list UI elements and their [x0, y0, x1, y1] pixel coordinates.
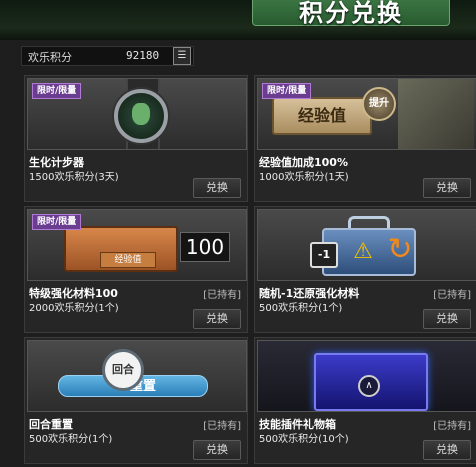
minus-one-icon: -1	[310, 242, 338, 268]
page-title: 积分兑换	[252, 0, 450, 27]
item-card-skill-gift-box[interactable]: ∧ 技能插件礼物箱 [已持有] 500欢乐积分(10个) 兑换	[254, 337, 476, 464]
owned-status: [已持有]	[203, 290, 241, 301]
item-card-enhance-material[interactable]: 经验值 100 限时/限量 特级强化材料100 [已持有] 2000欢乐积分(1…	[24, 206, 248, 333]
zombie-icon	[132, 103, 150, 125]
redeem-button[interactable]: 兑换	[193, 309, 241, 329]
item-art: 经验值 提升 限时/限量	[257, 78, 476, 150]
item-art: ∧	[257, 340, 476, 412]
item-card-pedometer[interactable]: 限时/限量 生化计步器 1500欢乐积分(3天) 兑换	[24, 75, 248, 202]
item-price: 1000欢乐积分(1天)	[259, 172, 349, 183]
redeem-button[interactable]: 兑换	[193, 440, 241, 460]
limited-badge: 限时/限量	[32, 214, 82, 230]
item-price: 500欢乐积分(1个)	[29, 434, 113, 445]
undo-icon: ↻	[387, 232, 413, 267]
exp-scroll: 经验值	[272, 97, 372, 135]
skill-emblem-icon: ∧	[358, 375, 380, 397]
soldier-image	[398, 79, 474, 149]
round-icon: 回合	[102, 349, 144, 391]
item-price: 500欢乐积分(1个)	[259, 303, 343, 314]
item-price: 1500欢乐积分(3天)	[29, 172, 119, 183]
redeem-button[interactable]: 兑换	[423, 440, 471, 460]
chest-count: 100	[180, 232, 230, 262]
item-art: 重置 回合	[27, 340, 247, 412]
limited-badge: 限时/限量	[262, 83, 312, 99]
item-card-exp-boost[interactable]: 经验值 提升 限时/限量 经验值加成100% 1000欢乐积分(1天) 兑换	[254, 75, 476, 202]
menu-icon[interactable]: ☰	[173, 47, 191, 65]
redeem-button[interactable]: 兑换	[423, 309, 471, 329]
item-art: -1 ⚠ ↻	[257, 209, 476, 281]
redeem-button[interactable]: 兑换	[423, 178, 471, 198]
redeem-button[interactable]: 兑换	[193, 178, 241, 198]
points-label: 欢乐积分	[28, 51, 72, 64]
item-card-round-reset[interactable]: 重置 回合 回合重置 [已持有] 500欢乐积分(1个) 兑换	[24, 337, 248, 464]
points-bar: 欢乐积分 92180 ☰	[21, 46, 194, 66]
item-card-restore-material[interactable]: -1 ⚠ ↻ 随机-1还原强化材料 [已持有] 500欢乐积分(1个) 兑换	[254, 206, 476, 333]
top-banner: 积分兑换	[0, 0, 476, 40]
owned-status: [已持有]	[203, 421, 241, 432]
owned-status: [已持有]	[433, 421, 471, 432]
points-value: 92180	[126, 49, 160, 62]
boost-badge: 提升	[362, 87, 396, 121]
limited-badge: 限时/限量	[32, 83, 82, 99]
chest-label: 经验值	[100, 252, 156, 268]
item-art: 限时/限量	[27, 78, 247, 150]
warning-icon: ⚠	[353, 239, 373, 264]
item-art: 经验值 100 限时/限量	[27, 209, 247, 281]
item-price: 500欢乐积分(10个)	[259, 434, 349, 445]
item-price: 2000欢乐积分(1个)	[29, 303, 119, 314]
owned-status: [已持有]	[433, 290, 471, 301]
watch-icon	[114, 89, 168, 143]
